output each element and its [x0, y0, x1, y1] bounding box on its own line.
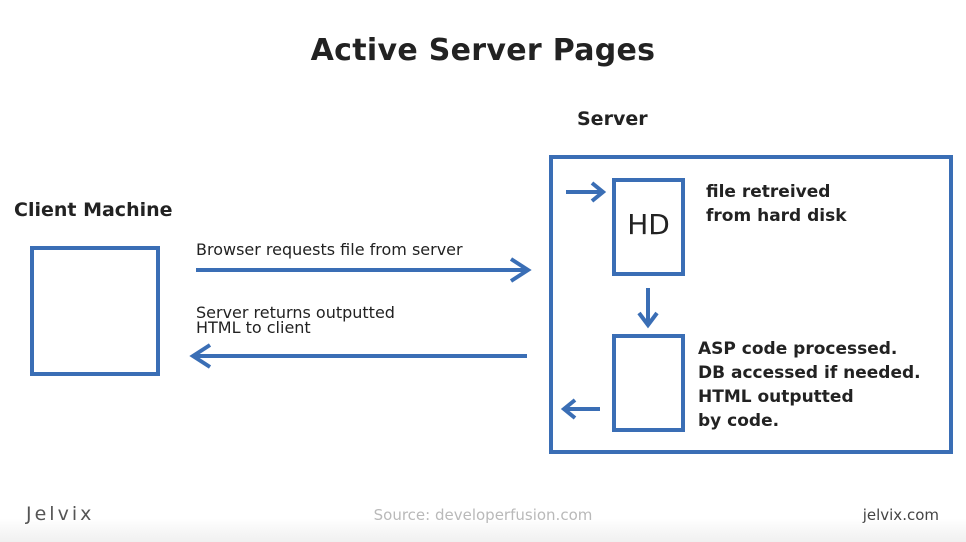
into-hd-arrow: [566, 181, 607, 203]
hd-to-processor-arrow: [637, 288, 659, 329]
request-arrow: [196, 257, 532, 283]
arrows-layer: [189, 181, 659, 420]
source-credit: Source: developerfusion.com: [373, 506, 593, 524]
processor-out-arrow: [560, 398, 600, 420]
response-arrow: [189, 343, 527, 369]
site-url: jelvix.com: [862, 506, 939, 524]
